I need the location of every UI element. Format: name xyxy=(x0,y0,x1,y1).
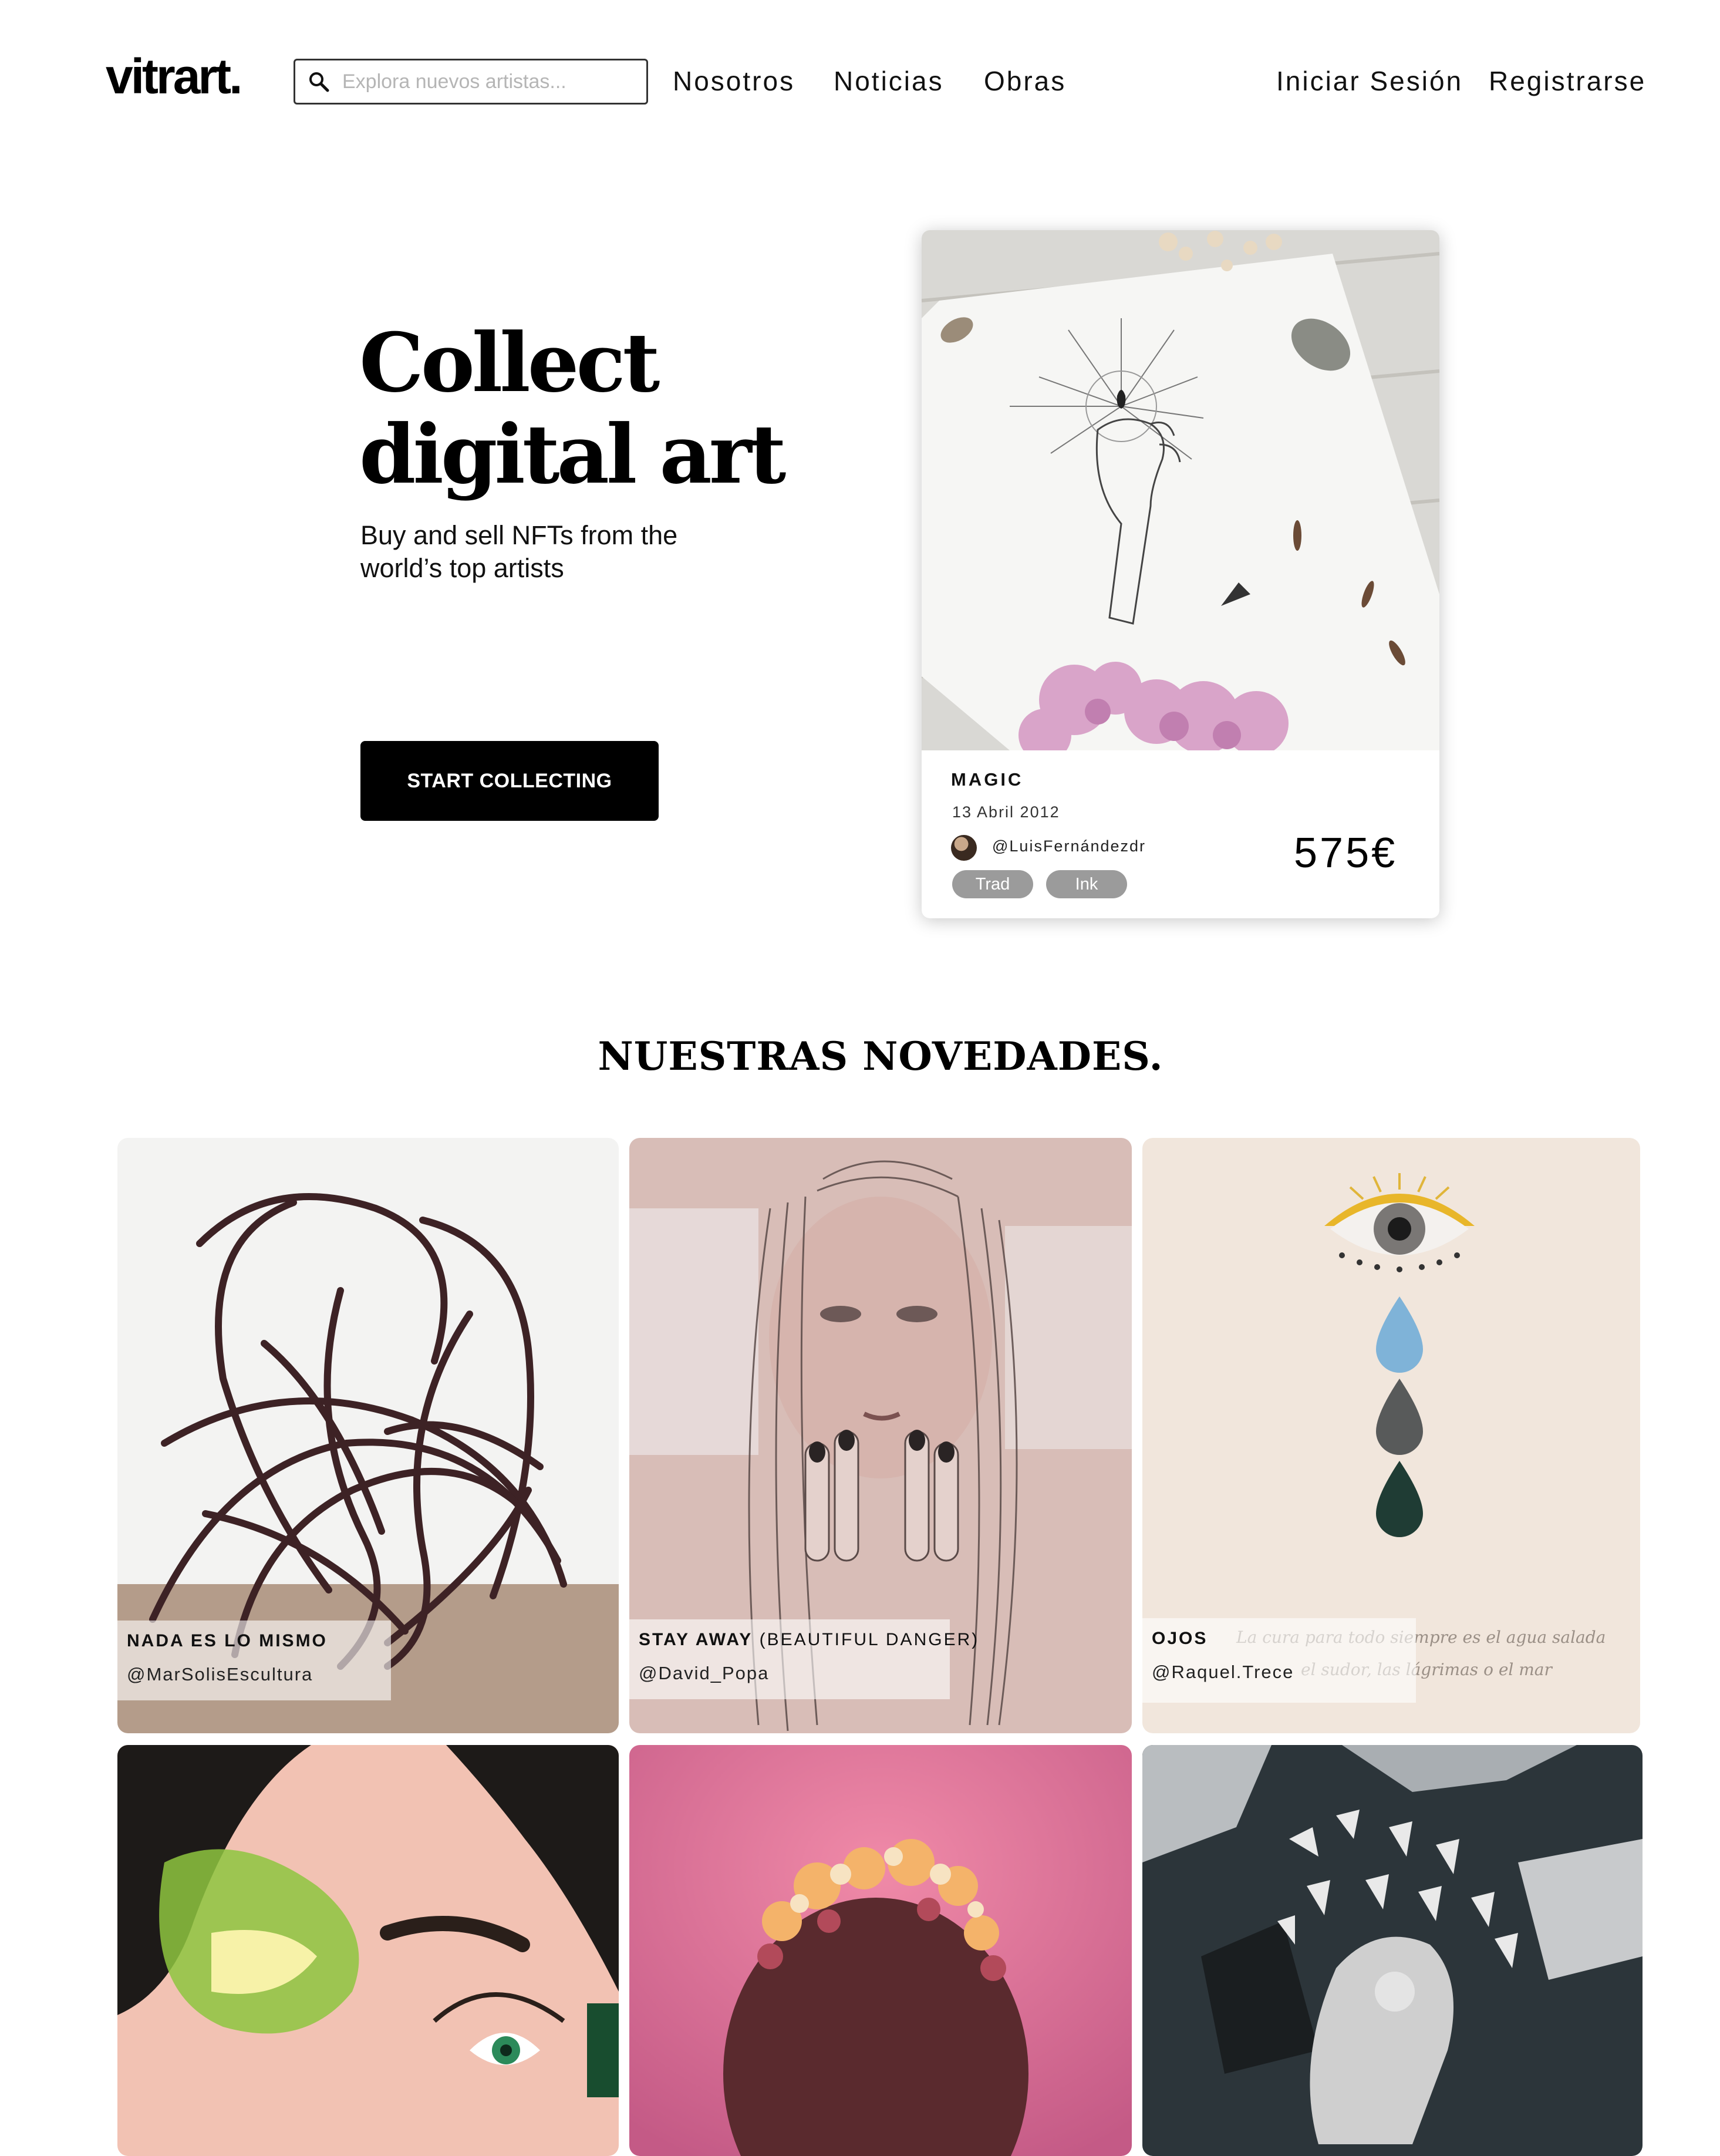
tag-ink[interactable]: Ink xyxy=(1046,870,1127,898)
artwork-user[interactable]: @David_Popa xyxy=(639,1663,950,1684)
artwork-tile[interactable]: STAY AWAY (BEAUTIFUL DANGER) @David_Popa xyxy=(629,1138,1132,1733)
nav-obras[interactable]: Obras xyxy=(984,65,1066,97)
artwork-user[interactable]: @Raquel.Trece xyxy=(1152,1662,1416,1683)
featured-artwork-image xyxy=(922,230,1439,750)
artwork-title: STAY AWAY (BEAUTIFUL DANGER) xyxy=(639,1630,977,1650)
nav-nosotros[interactable]: Nosotros xyxy=(673,65,795,97)
featured-date: 13 Abril 2012 xyxy=(952,803,1060,821)
featured-artwork-card[interactable]: MAGIC 13 Abril 2012 @LuisFernándezdr 575… xyxy=(922,230,1439,918)
artwork-image xyxy=(117,1745,619,2156)
artwork-image xyxy=(629,1745,1132,2156)
hero-title-line2: digital art xyxy=(359,406,786,502)
hero-title: Collect digital art xyxy=(359,317,805,500)
artwork-title-main: STAY AWAY xyxy=(639,1630,753,1649)
featured-user-handle[interactable]: @LuisFernándezdr xyxy=(992,837,1146,855)
artwork-tile[interactable]: La cura para todo siempre es el agua sal… xyxy=(1142,1138,1640,1733)
hero-title-line1: Collect xyxy=(359,315,660,410)
featured-user-avatar[interactable] xyxy=(951,835,977,861)
start-collecting-button[interactable]: START COLLECTING xyxy=(360,741,659,821)
section-title-novedades: NUESTRAS NOVEDADES. xyxy=(598,1033,1163,1079)
nav-noticias[interactable]: Noticias xyxy=(834,65,944,97)
artwork-title-extra: (BEAUTIFUL DANGER) xyxy=(753,1630,980,1649)
register-link[interactable]: Registrarse xyxy=(1489,65,1646,97)
artwork-tile[interactable] xyxy=(1142,1745,1643,2156)
featured-price: 575€ xyxy=(1294,830,1398,877)
artwork-image xyxy=(1142,1745,1643,2156)
artwork-caption: STAY AWAY (BEAUTIFUL DANGER) @David_Popa xyxy=(629,1619,977,1699)
featured-title: MAGIC xyxy=(951,769,1024,790)
hero-subtitle-line1: Buy and sell NFTs from the xyxy=(360,520,678,550)
tag-trad[interactable]: Trad xyxy=(952,870,1033,898)
hero-subtitle: Buy and sell NFTs from the world’s top a… xyxy=(360,519,736,585)
artwork-user[interactable]: @MarSolisEscultura xyxy=(127,1664,391,1685)
artwork-caption: OJOS @Raquel.Trece xyxy=(1142,1618,1416,1703)
hero-subtitle-line2: world’s top artists xyxy=(360,553,564,583)
artwork-caption: NADA ES LO MISMO @MarSolisEscultura xyxy=(117,1621,391,1700)
artwork-title: OJOS xyxy=(1152,1629,1208,1648)
artwork-title: NADA ES LO MISMO xyxy=(127,1631,328,1650)
search-input[interactable] xyxy=(341,69,637,94)
logo[interactable]: vitrart. xyxy=(106,52,242,101)
artwork-tile[interactable]: NADA ES LO MISMO @MarSolisEscultura xyxy=(117,1138,619,1733)
login-link[interactable]: Iniciar Sesión xyxy=(1276,65,1463,97)
artwork-tile[interactable] xyxy=(629,1745,1132,2156)
search-bar[interactable] xyxy=(294,59,648,105)
artwork-tile[interactable] xyxy=(117,1745,619,2156)
search-icon xyxy=(309,72,329,92)
